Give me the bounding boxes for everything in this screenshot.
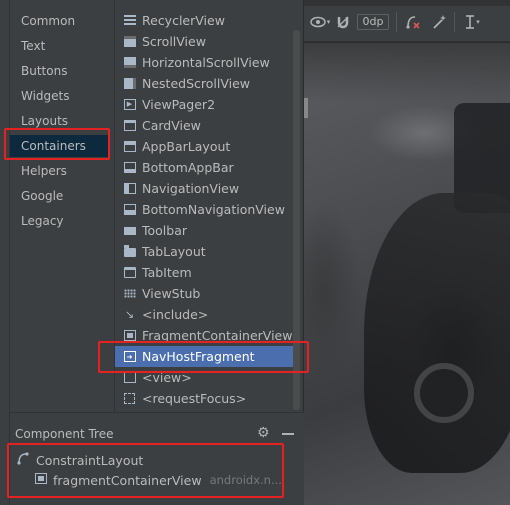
toolbar-separator [454, 12, 455, 32]
palette-item-horizontalscrollview[interactable]: HorizontalScrollView [123, 52, 300, 73]
toolbar-separator [396, 12, 397, 32]
include-icon: ↘ [124, 308, 135, 321]
palette-item-requestfocus[interactable]: <requestFocus> [123, 388, 300, 409]
horizontal-scroll-icon [123, 56, 136, 69]
palette-item-scrollview[interactable]: ScrollView [123, 31, 300, 52]
navigation-view-icon [123, 182, 136, 195]
category-buttons[interactable]: Buttons [21, 60, 67, 82]
palette-item-tablayout[interactable]: TabLayout [123, 241, 300, 262]
appbar-icon [123, 140, 136, 153]
minimize-icon[interactable] [282, 433, 294, 435]
bottom-appbar-icon [123, 161, 136, 174]
category-helpers[interactable]: Helpers [21, 160, 67, 182]
clear-constraints-icon[interactable] [402, 12, 424, 32]
category-google[interactable]: Google [21, 185, 63, 207]
canvas-image-region [414, 363, 474, 423]
default-margin-field[interactable]: 0dp [357, 14, 389, 30]
eye-icon[interactable]: ▾ [309, 12, 331, 32]
nested-scroll-icon [123, 77, 136, 90]
bottom-navigation-icon [123, 203, 136, 216]
tab-layout-icon [123, 245, 136, 258]
palette-item-navigationview[interactable]: NavigationView [123, 178, 300, 199]
palette-item-viewstub[interactable]: ViewStub [123, 283, 300, 304]
palette-item-bottomnavigationview[interactable]: BottomNavigationView [123, 199, 300, 220]
category-common[interactable]: Common [21, 10, 75, 32]
viewstub-icon [123, 287, 136, 300]
canvas-resize-grip[interactable] [304, 98, 308, 118]
palette-item-bottomappbar[interactable]: BottomAppBar [123, 157, 300, 178]
toolbar-icon [123, 224, 136, 237]
palette-item-recyclerview[interactable]: RecyclerView [123, 10, 300, 31]
palette-item-viewpager2[interactable]: ▶ ViewPager2 [123, 94, 300, 115]
design-canvas[interactable] [304, 43, 510, 505]
highlight-navhostfragment [98, 341, 309, 373]
highlight-component-tree [7, 443, 284, 498]
category-widgets[interactable]: Widgets [21, 85, 70, 107]
palette-item-tabitem[interactable]: TabItem [123, 262, 300, 283]
palette-item-cardview[interactable]: CardView [123, 115, 300, 136]
magic-wand-icon[interactable] [428, 12, 450, 32]
palette-item-nestedscrollview[interactable]: NestedScrollView [123, 73, 300, 94]
category-legacy[interactable]: Legacy [21, 210, 64, 232]
card-icon [123, 119, 136, 132]
palette-item-include[interactable]: ↘ <include> [123, 304, 300, 325]
highlight-containers [4, 128, 110, 160]
tab-item-icon [123, 266, 136, 279]
left-tool-strip [0, 0, 10, 505]
canvas-image-region [304, 43, 510, 103]
palette-item-toolbar[interactable]: Toolbar [123, 220, 300, 241]
guidelines-icon[interactable]: ▾ [460, 12, 484, 32]
viewpager-icon: ▶ [123, 98, 136, 111]
magnet-icon[interactable] [333, 12, 353, 32]
toolbar-top-strip [304, 0, 510, 6]
category-text[interactable]: Text [21, 35, 45, 57]
request-focus-icon [123, 392, 136, 405]
canvas-image-region [364, 193, 510, 473]
scrollview-icon [123, 35, 136, 48]
component-tree-title: Component Tree [15, 427, 114, 441]
palette-item-appbarlayout[interactable]: AppBarLayout [123, 136, 300, 157]
list-icon [123, 14, 136, 27]
gear-icon[interactable]: ⚙ [257, 425, 270, 441]
